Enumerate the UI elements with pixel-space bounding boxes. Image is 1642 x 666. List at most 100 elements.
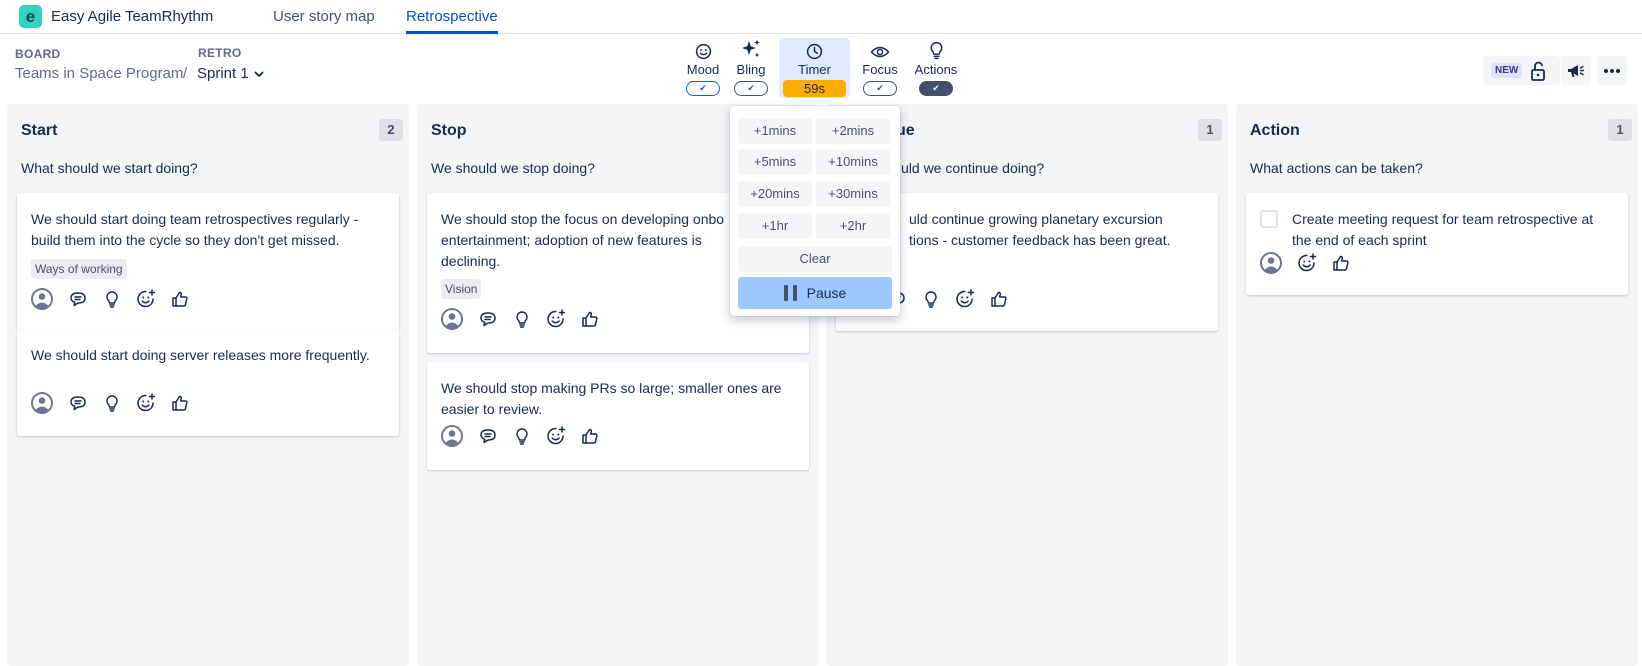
card-text-line: declining. bbox=[441, 253, 501, 269]
column-start: Start 2 What should we start doing? We s… bbox=[7, 104, 409, 666]
lightbulb-icon[interactable] bbox=[95, 286, 129, 312]
add-2-mins-button[interactable]: +2mins bbox=[816, 118, 890, 144]
thumbs-up-icon[interactable] bbox=[982, 286, 1016, 312]
actions-tool[interactable]: Actions ✔ bbox=[911, 38, 961, 98]
focus-toggle[interactable]: ✔ bbox=[863, 81, 897, 96]
lightbulb-icon[interactable] bbox=[914, 286, 948, 312]
timer-tool[interactable]: Timer 59s bbox=[779, 38, 850, 98]
active-tab-indicator bbox=[406, 31, 498, 34]
card-tag[interactable]: Ways of working bbox=[31, 259, 127, 279]
card-text-line: tions - customer feedback has been great… bbox=[909, 232, 1171, 248]
column-title: Stop bbox=[431, 122, 467, 139]
avatar-icon[interactable] bbox=[29, 286, 55, 312]
clock-icon bbox=[806, 38, 823, 60]
chevron-down-icon bbox=[253, 68, 265, 80]
card-actions bbox=[439, 423, 607, 449]
thumbs-up-icon[interactable] bbox=[1324, 250, 1358, 276]
mood-label: Mood bbox=[686, 62, 720, 77]
timer-label: Timer bbox=[798, 62, 831, 77]
mood-tool[interactable]: Mood ✔ bbox=[684, 38, 722, 98]
bling-label: Bling bbox=[736, 62, 766, 77]
avatar-icon[interactable] bbox=[1258, 250, 1284, 276]
action-card[interactable]: Create meeting request for team retrospe… bbox=[1246, 193, 1628, 295]
add-reaction-icon[interactable] bbox=[539, 423, 573, 449]
comment-icon[interactable] bbox=[61, 390, 95, 416]
board-label: BOARD bbox=[15, 47, 61, 61]
lightbulb-icon[interactable] bbox=[505, 306, 539, 332]
action-checkbox[interactable] bbox=[1260, 210, 1278, 228]
column-question: What should we start doing? bbox=[21, 160, 198, 176]
board-link[interactable]: Teams in Space Program bbox=[15, 65, 183, 82]
thumbs-up-icon[interactable] bbox=[163, 286, 197, 312]
card-text: We should start doing server releases mo… bbox=[31, 347, 370, 363]
card-text: uld continue growing planetary excursion… bbox=[909, 209, 1209, 251]
add-reaction-icon[interactable] bbox=[948, 286, 982, 312]
thumbs-up-icon[interactable] bbox=[163, 390, 197, 416]
lightbulb-icon[interactable] bbox=[95, 390, 129, 416]
avatar-icon[interactable] bbox=[439, 423, 465, 449]
add-reaction-icon[interactable] bbox=[1290, 250, 1324, 276]
card-actions bbox=[29, 286, 197, 312]
clear-timer-button[interactable]: Clear bbox=[738, 246, 892, 272]
breadcrumb-separator: / bbox=[183, 65, 188, 82]
add-reaction-icon[interactable] bbox=[539, 306, 573, 332]
card-actions bbox=[29, 390, 197, 416]
top-navigation: e Easy Agile TeamRhythm User story map R… bbox=[0, 0, 1642, 34]
column-count: 1 bbox=[1608, 119, 1632, 141]
timer-popover: +1mins +2mins +5mins +10mins +20mins +30… bbox=[730, 106, 900, 316]
comment-icon[interactable] bbox=[471, 423, 505, 449]
avatar-icon[interactable] bbox=[439, 306, 465, 332]
retro-card[interactable]: We should start doing team retrospective… bbox=[17, 193, 399, 331]
pause-timer-button[interactable]: Pause bbox=[738, 277, 892, 309]
actions-label: Actions bbox=[914, 62, 958, 77]
timer-countdown: 59s bbox=[783, 80, 846, 97]
new-unlock-button[interactable]: NEW bbox=[1483, 56, 1560, 85]
card-text: We should start doing team retrospective… bbox=[31, 211, 359, 248]
sprint-dropdown-label: Sprint 1 bbox=[197, 65, 249, 82]
comment-icon[interactable] bbox=[61, 286, 95, 312]
add-30-mins-button[interactable]: +30mins bbox=[816, 181, 890, 207]
tab-retrospective[interactable]: Retrospective bbox=[406, 8, 498, 25]
add-1-min-button[interactable]: +1mins bbox=[738, 118, 812, 144]
focus-label: Focus bbox=[862, 62, 898, 77]
bling-toggle[interactable]: ✔ bbox=[734, 81, 768, 96]
pause-label: Pause bbox=[806, 285, 847, 301]
thumbs-up-icon[interactable] bbox=[573, 306, 607, 332]
sprint-dropdown[interactable]: Sprint 1 bbox=[197, 65, 265, 82]
card-text-line: uld continue growing planetary excursion bbox=[909, 211, 1163, 227]
more-icon bbox=[1603, 68, 1621, 74]
app-logo[interactable]: e bbox=[19, 5, 42, 28]
unlock-icon bbox=[1528, 60, 1548, 82]
logo-letter: e bbox=[25, 7, 36, 26]
column-count: 2 bbox=[379, 119, 403, 141]
add-reaction-icon[interactable] bbox=[129, 390, 163, 416]
add-2-hr-button[interactable]: +2hr bbox=[816, 213, 890, 239]
more-options-button[interactable] bbox=[1597, 56, 1627, 85]
lightbulb-icon[interactable] bbox=[505, 423, 539, 449]
megaphone-icon bbox=[1566, 62, 1586, 80]
bling-tool[interactable]: Bling ✔ bbox=[733, 38, 769, 98]
column-question: We should we stop doing? bbox=[431, 160, 595, 176]
add-5-mins-button[interactable]: +5mins bbox=[738, 149, 812, 175]
actions-toggle[interactable]: ✔ bbox=[919, 81, 953, 96]
avatar-icon[interactable] bbox=[29, 390, 55, 416]
column-question: uld we continue doing? bbox=[901, 160, 1045, 176]
add-20-mins-button[interactable]: +20mins bbox=[738, 181, 812, 207]
eye-icon bbox=[870, 38, 890, 60]
comment-icon[interactable] bbox=[471, 306, 505, 332]
announcement-button[interactable] bbox=[1561, 56, 1591, 85]
smiley-icon bbox=[695, 38, 712, 60]
column-action: Action 1 What actions can be taken? Crea… bbox=[1236, 104, 1638, 666]
card-tag[interactable]: Vision bbox=[441, 279, 482, 299]
add-10-mins-button[interactable]: +10mins bbox=[816, 149, 890, 175]
focus-tool[interactable]: Focus ✔ bbox=[860, 38, 900, 98]
pause-icon bbox=[783, 285, 797, 301]
thumbs-up-icon[interactable] bbox=[573, 423, 607, 449]
card-text-line: entertainment; adoption of new features … bbox=[441, 232, 702, 248]
retro-card[interactable]: We should stop making PRs so large; smal… bbox=[427, 362, 809, 470]
add-1-hr-button[interactable]: +1hr bbox=[738, 213, 812, 239]
tab-user-story-map[interactable]: User story map bbox=[273, 8, 375, 25]
mood-toggle[interactable]: ✔ bbox=[686, 81, 720, 96]
add-reaction-icon[interactable] bbox=[129, 286, 163, 312]
retro-card[interactable]: We should start doing server releases mo… bbox=[17, 329, 399, 436]
